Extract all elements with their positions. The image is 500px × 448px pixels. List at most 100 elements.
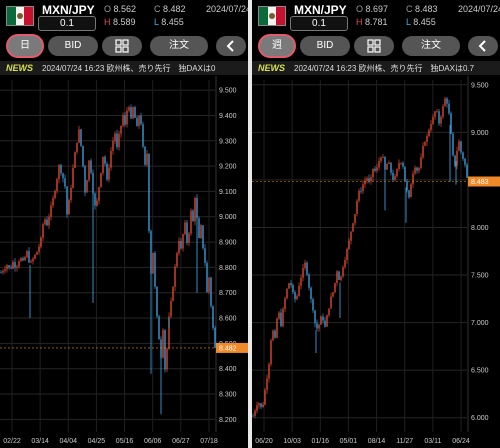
back-button[interactable] bbox=[468, 36, 498, 56]
order-button[interactable]: 注文 bbox=[402, 36, 460, 56]
candle-body bbox=[254, 410, 256, 416]
candle-body bbox=[118, 133, 120, 148]
candle-body bbox=[154, 252, 156, 287]
news-headline[interactable]: 2024/07/24 16:23 欧州株、売り先行 独DAXは0 bbox=[42, 63, 248, 74]
candle-body bbox=[284, 298, 286, 309]
candle-body bbox=[122, 115, 124, 126]
candle-body bbox=[288, 283, 290, 289]
candle-body bbox=[252, 415, 254, 417]
currency-pair[interactable]: MXN/JPY bbox=[294, 3, 347, 17]
layout-grid-button[interactable] bbox=[102, 36, 142, 56]
candle-body bbox=[4, 269, 6, 272]
candle-body bbox=[192, 210, 194, 222]
candle-body bbox=[354, 214, 356, 224]
candle-body bbox=[116, 133, 118, 148]
candle-body bbox=[170, 300, 172, 317]
candle-body bbox=[464, 158, 466, 165]
candle-body bbox=[400, 162, 402, 164]
y-tick-label: 8.800 bbox=[219, 265, 237, 272]
news-headline[interactable]: 2024/07/24 16:23 欧州株、売り先行 独DAXは0.7 bbox=[294, 63, 500, 74]
weekly-candlestick-chart[interactable]: 9.5009.0008.5008.0007.5007.0006.5006.000… bbox=[252, 76, 500, 448]
candle-body bbox=[0, 272, 2, 274]
candle-body bbox=[182, 234, 184, 249]
candle-body bbox=[130, 107, 132, 119]
candle-body bbox=[426, 136, 428, 143]
candle-body bbox=[40, 237, 42, 247]
candle-body bbox=[108, 167, 110, 180]
period-weekly-button[interactable]: 週 bbox=[258, 34, 296, 58]
candle-body bbox=[406, 180, 408, 191]
candle-body bbox=[282, 308, 284, 327]
news-ticker[interactable]: NEWS 2024/07/24 16:23 欧州株、売り先行 独DAXは0.7 bbox=[252, 61, 500, 75]
layout-grid-button[interactable] bbox=[354, 36, 394, 56]
candle-body bbox=[314, 310, 316, 324]
candle-body bbox=[206, 262, 208, 293]
candle-body bbox=[346, 248, 348, 260]
candle-body bbox=[442, 106, 444, 117]
candle-body bbox=[210, 277, 212, 307]
candle-body bbox=[204, 248, 206, 263]
candle-body bbox=[14, 262, 16, 268]
candle-body bbox=[194, 198, 196, 222]
candle-body bbox=[350, 231, 352, 241]
right-chart-panel: MXN/JPY 0.1 O 8.697 H 8.781 C 8.483 L 8.… bbox=[252, 0, 500, 448]
order-button[interactable]: 注文 bbox=[150, 36, 208, 56]
mexico-flag-icon bbox=[258, 6, 286, 26]
candle-body bbox=[152, 252, 154, 274]
candle-body bbox=[260, 403, 262, 408]
bid-button[interactable]: BID bbox=[300, 36, 350, 56]
candle-body bbox=[302, 267, 304, 278]
news-label: NEWS bbox=[258, 63, 285, 73]
candle-body bbox=[424, 142, 426, 146]
candle-body bbox=[146, 153, 148, 165]
candle-body bbox=[114, 133, 116, 141]
candle-body bbox=[20, 258, 22, 262]
candle-body bbox=[262, 404, 264, 408]
y-tick-label: 6.500 bbox=[471, 368, 489, 375]
candle-body bbox=[316, 323, 318, 329]
last-price-label: 8.483 bbox=[471, 179, 489, 186]
candle-body bbox=[446, 98, 448, 104]
candle-body bbox=[160, 339, 162, 358]
lot-size-field[interactable]: 0.1 bbox=[290, 16, 348, 31]
candle-body bbox=[78, 129, 80, 143]
y-tick-label: 9.000 bbox=[471, 130, 489, 137]
candle-body bbox=[414, 167, 416, 174]
candle-body bbox=[188, 233, 190, 243]
candle-body bbox=[408, 190, 410, 198]
x-tick-label: 11/27 bbox=[396, 438, 413, 445]
news-ticker[interactable]: NEWS 2024/07/24 16:23 欧州株、売り先行 独DAXは0 bbox=[0, 61, 248, 75]
daily-candlestick-chart[interactable]: 9.500 9.400 9.300 9.200 9.100 9.000 8.900 8.800… bbox=[0, 76, 248, 448]
candle-body bbox=[410, 184, 412, 198]
candle-body bbox=[318, 324, 320, 329]
candle-body bbox=[166, 348, 168, 370]
candle-body bbox=[68, 199, 70, 215]
candle-body bbox=[150, 231, 152, 274]
candle-body bbox=[358, 190, 360, 201]
x-tick-label: 05/16 bbox=[116, 438, 134, 445]
bid-button[interactable]: BID bbox=[48, 36, 98, 56]
candle-body bbox=[264, 389, 266, 405]
candle-body bbox=[458, 141, 460, 152]
candle-body bbox=[452, 133, 454, 156]
currency-pair[interactable]: MXN/JPY bbox=[42, 3, 95, 17]
left-chart-panel: MXN/JPY 0.1 O 8.562 H 8.589 C 8.482 L 8.… bbox=[0, 0, 248, 448]
candle-body bbox=[10, 267, 12, 269]
candle-body bbox=[412, 173, 414, 185]
candle-body bbox=[22, 258, 24, 261]
back-button[interactable] bbox=[216, 36, 246, 56]
candle-body bbox=[58, 165, 60, 180]
candle-body bbox=[86, 180, 88, 193]
candle-body bbox=[84, 166, 86, 193]
candle-body bbox=[6, 265, 8, 270]
candle-body bbox=[268, 364, 270, 379]
x-tick-label: 01/16 bbox=[312, 438, 330, 445]
candle-body bbox=[428, 129, 430, 137]
candle-body bbox=[184, 222, 186, 235]
lot-size-field[interactable]: 0.1 bbox=[38, 16, 96, 31]
candle-body bbox=[94, 193, 96, 206]
period-daily-button[interactable]: 日 bbox=[6, 34, 44, 58]
candle-body bbox=[344, 259, 346, 268]
low-price: L 8.455 bbox=[154, 17, 184, 27]
candle-body bbox=[148, 153, 150, 232]
